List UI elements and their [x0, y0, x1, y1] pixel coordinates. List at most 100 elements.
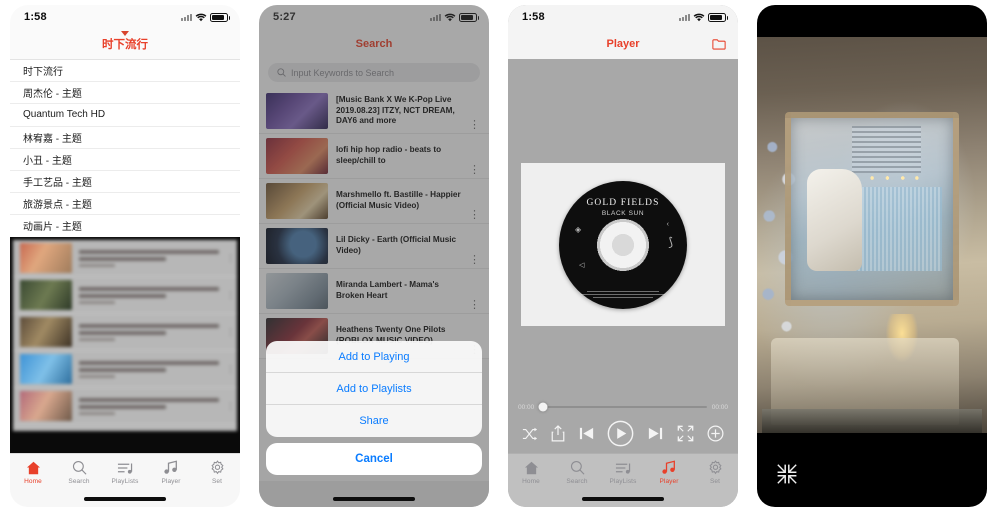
- tab-home[interactable]: Home: [10, 459, 56, 485]
- more-icon[interactable]: ⋮: [469, 255, 480, 268]
- tab-search[interactable]: Search: [554, 459, 600, 485]
- channel-dropdown-list[interactable]: 时下流行 周杰伦 - 主题 Quantum Tech HD 林宥嘉 - 主题 小…: [10, 59, 240, 238]
- playback-controls: 00:00 00:00: [508, 395, 738, 453]
- search-bar-container: Input Keywords to Search: [259, 59, 489, 89]
- tab-player[interactable]: Player: [148, 459, 194, 485]
- fullscreen-video-screen[interactable]: [757, 5, 987, 507]
- action-sheet[interactable]: Add to Playing Add to Playlists Share Ca…: [266, 341, 482, 475]
- triangle-glyph-icon: ◁: [579, 261, 585, 269]
- list-item[interactable]: 手工艺品 - 主题: [10, 171, 240, 194]
- list-item[interactable]: 动画片 - 主题: [10, 215, 240, 238]
- video-meta: [79, 286, 219, 304]
- search-input[interactable]: Input Keywords to Search: [268, 63, 480, 82]
- tab-label: PlayLists: [111, 478, 139, 485]
- mirror-tilework: [852, 187, 942, 272]
- wifi-icon: [693, 13, 705, 22]
- tab-bar[interactable]: Home Search PlayLists Player Set: [508, 453, 738, 507]
- video-row[interactable]: ⋮: [13, 351, 237, 388]
- list-item-label: 小丑 - 主题: [23, 155, 72, 167]
- tab-playlists[interactable]: PlayLists: [600, 459, 646, 485]
- home-icon: [26, 459, 41, 476]
- list-item-label: 时下流行: [23, 67, 63, 79]
- more-icon[interactable]: ⋮: [469, 210, 480, 223]
- list-item[interactable]: 林宥嘉 - 主题: [10, 127, 240, 149]
- add-to-playing-button[interactable]: Add to Playing: [266, 341, 482, 373]
- more-icon[interactable]: ⋮: [469, 120, 480, 133]
- wifi-icon: [195, 13, 207, 22]
- video-meta: [79, 323, 219, 341]
- cancel-button[interactable]: Cancel: [266, 443, 482, 475]
- list-item[interactable]: 周杰伦 - 主题: [10, 82, 240, 105]
- tab-set[interactable]: Set: [194, 459, 240, 485]
- transport-controls[interactable]: [518, 413, 728, 447]
- video-row[interactable]: ⋮: [13, 277, 237, 314]
- home-indicator: [582, 497, 664, 501]
- list-item[interactable]: 小丑 - 主题: [10, 149, 240, 171]
- fullscreen-button[interactable]: [677, 425, 694, 442]
- video-thumbnail: [20, 317, 72, 347]
- share-button[interactable]: Share: [266, 405, 482, 437]
- more-icon[interactable]: ⋮: [226, 291, 235, 300]
- result-row[interactable]: Lil Dicky - Earth (Official Music Video)…: [259, 224, 489, 269]
- list-item[interactable]: Quantum Tech HD: [10, 104, 240, 127]
- more-icon[interactable]: ⋮: [469, 165, 480, 178]
- search-results-list[interactable]: [Music Bank X We K-Pop Live 2019.08.23] …: [259, 89, 489, 359]
- home-header: 1:58 时下流行: [10, 5, 240, 59]
- mirror-blinds: [852, 125, 921, 173]
- more-icon[interactable]: ⋮: [226, 365, 235, 374]
- tab-home[interactable]: Home: [508, 459, 554, 485]
- progress-knob[interactable]: [538, 402, 548, 412]
- result-title: [Music Bank X We K-Pop Live 2019.08.23] …: [336, 94, 455, 126]
- list-item[interactable]: 时下流行: [10, 60, 240, 83]
- tab-playlists[interactable]: PlayLists: [102, 459, 148, 485]
- action-sheet-options[interactable]: Add to Playing Add to Playlists Share: [266, 341, 482, 437]
- playlist-icon: [117, 459, 134, 476]
- video-thumbnail: [20, 280, 72, 310]
- ledge: [761, 409, 983, 433]
- search-input-placeholder: Input Keywords to Search: [291, 67, 395, 78]
- folder-icon[interactable]: [712, 38, 726, 51]
- previous-button[interactable]: [578, 425, 595, 442]
- more-icon[interactable]: ⋮: [226, 402, 235, 411]
- play-button[interactable]: [607, 420, 634, 447]
- player-screen: 1:58 Player GOLD FIELDS BLACK SUN ◈ ‹ ⟆ …: [508, 5, 738, 507]
- gear-icon: [708, 459, 723, 476]
- tab-label: Home: [522, 478, 540, 485]
- video-row[interactable]: ⋮: [13, 388, 237, 425]
- add-button[interactable]: [707, 425, 724, 442]
- next-button[interactable]: [647, 425, 664, 442]
- share-button[interactable]: [551, 425, 565, 442]
- home-navbar[interactable]: 时下流行: [10, 29, 240, 59]
- status-indicators: [679, 12, 728, 22]
- video-surface[interactable]: [757, 37, 987, 433]
- exit-fullscreen-icon[interactable]: [776, 463, 798, 485]
- tab-search[interactable]: Search: [56, 459, 102, 485]
- cd-labels: GOLD FIELDS BLACK SUN: [559, 198, 687, 217]
- video-row[interactable]: ⋮: [13, 240, 237, 277]
- video-row[interactable]: ⋮: [13, 314, 237, 351]
- result-row[interactable]: Miranda Lambert - Mama's Broken Heart ⋮: [259, 269, 489, 314]
- result-row[interactable]: Marshmello ft. Bastille - Happier (Offic…: [259, 179, 489, 224]
- shuffle-button[interactable]: [522, 427, 538, 441]
- tab-bar[interactable]: Home Search PlayLists Player Set: [10, 453, 240, 507]
- search-screen: 5:27 Search Input Keywords to Search [Mu…: [259, 5, 489, 507]
- tab-label: Player: [161, 478, 181, 485]
- progress-slider[interactable]: [538, 402, 707, 412]
- tab-set[interactable]: Set: [692, 459, 738, 485]
- more-icon[interactable]: ⋮: [469, 300, 480, 313]
- more-icon[interactable]: ⋮: [226, 254, 235, 263]
- sheet-footer-area: [259, 481, 489, 507]
- result-row[interactable]: [Music Bank X We K-Pop Live 2019.08.23] …: [259, 89, 489, 134]
- result-title: lofi hip hop radio - beats to sleep/chil…: [336, 145, 442, 165]
- more-icon[interactable]: ⋮: [226, 328, 235, 337]
- progress-row[interactable]: 00:00 00:00: [518, 401, 728, 413]
- tab-label: PlayLists: [609, 478, 637, 485]
- result-row[interactable]: lofi hip hop radio - beats to sleep/chil…: [259, 134, 489, 179]
- add-to-playlists-button[interactable]: Add to Playlists: [266, 373, 482, 405]
- list-item-label: 旅游景点 - 主题: [23, 200, 92, 212]
- mirror-reflection: [784, 112, 960, 307]
- player-navbar: Player: [508, 29, 738, 59]
- tab-player[interactable]: Player: [646, 459, 692, 485]
- list-item[interactable]: 旅游景点 - 主题: [10, 193, 240, 216]
- cd-fine-print: [573, 290, 673, 300]
